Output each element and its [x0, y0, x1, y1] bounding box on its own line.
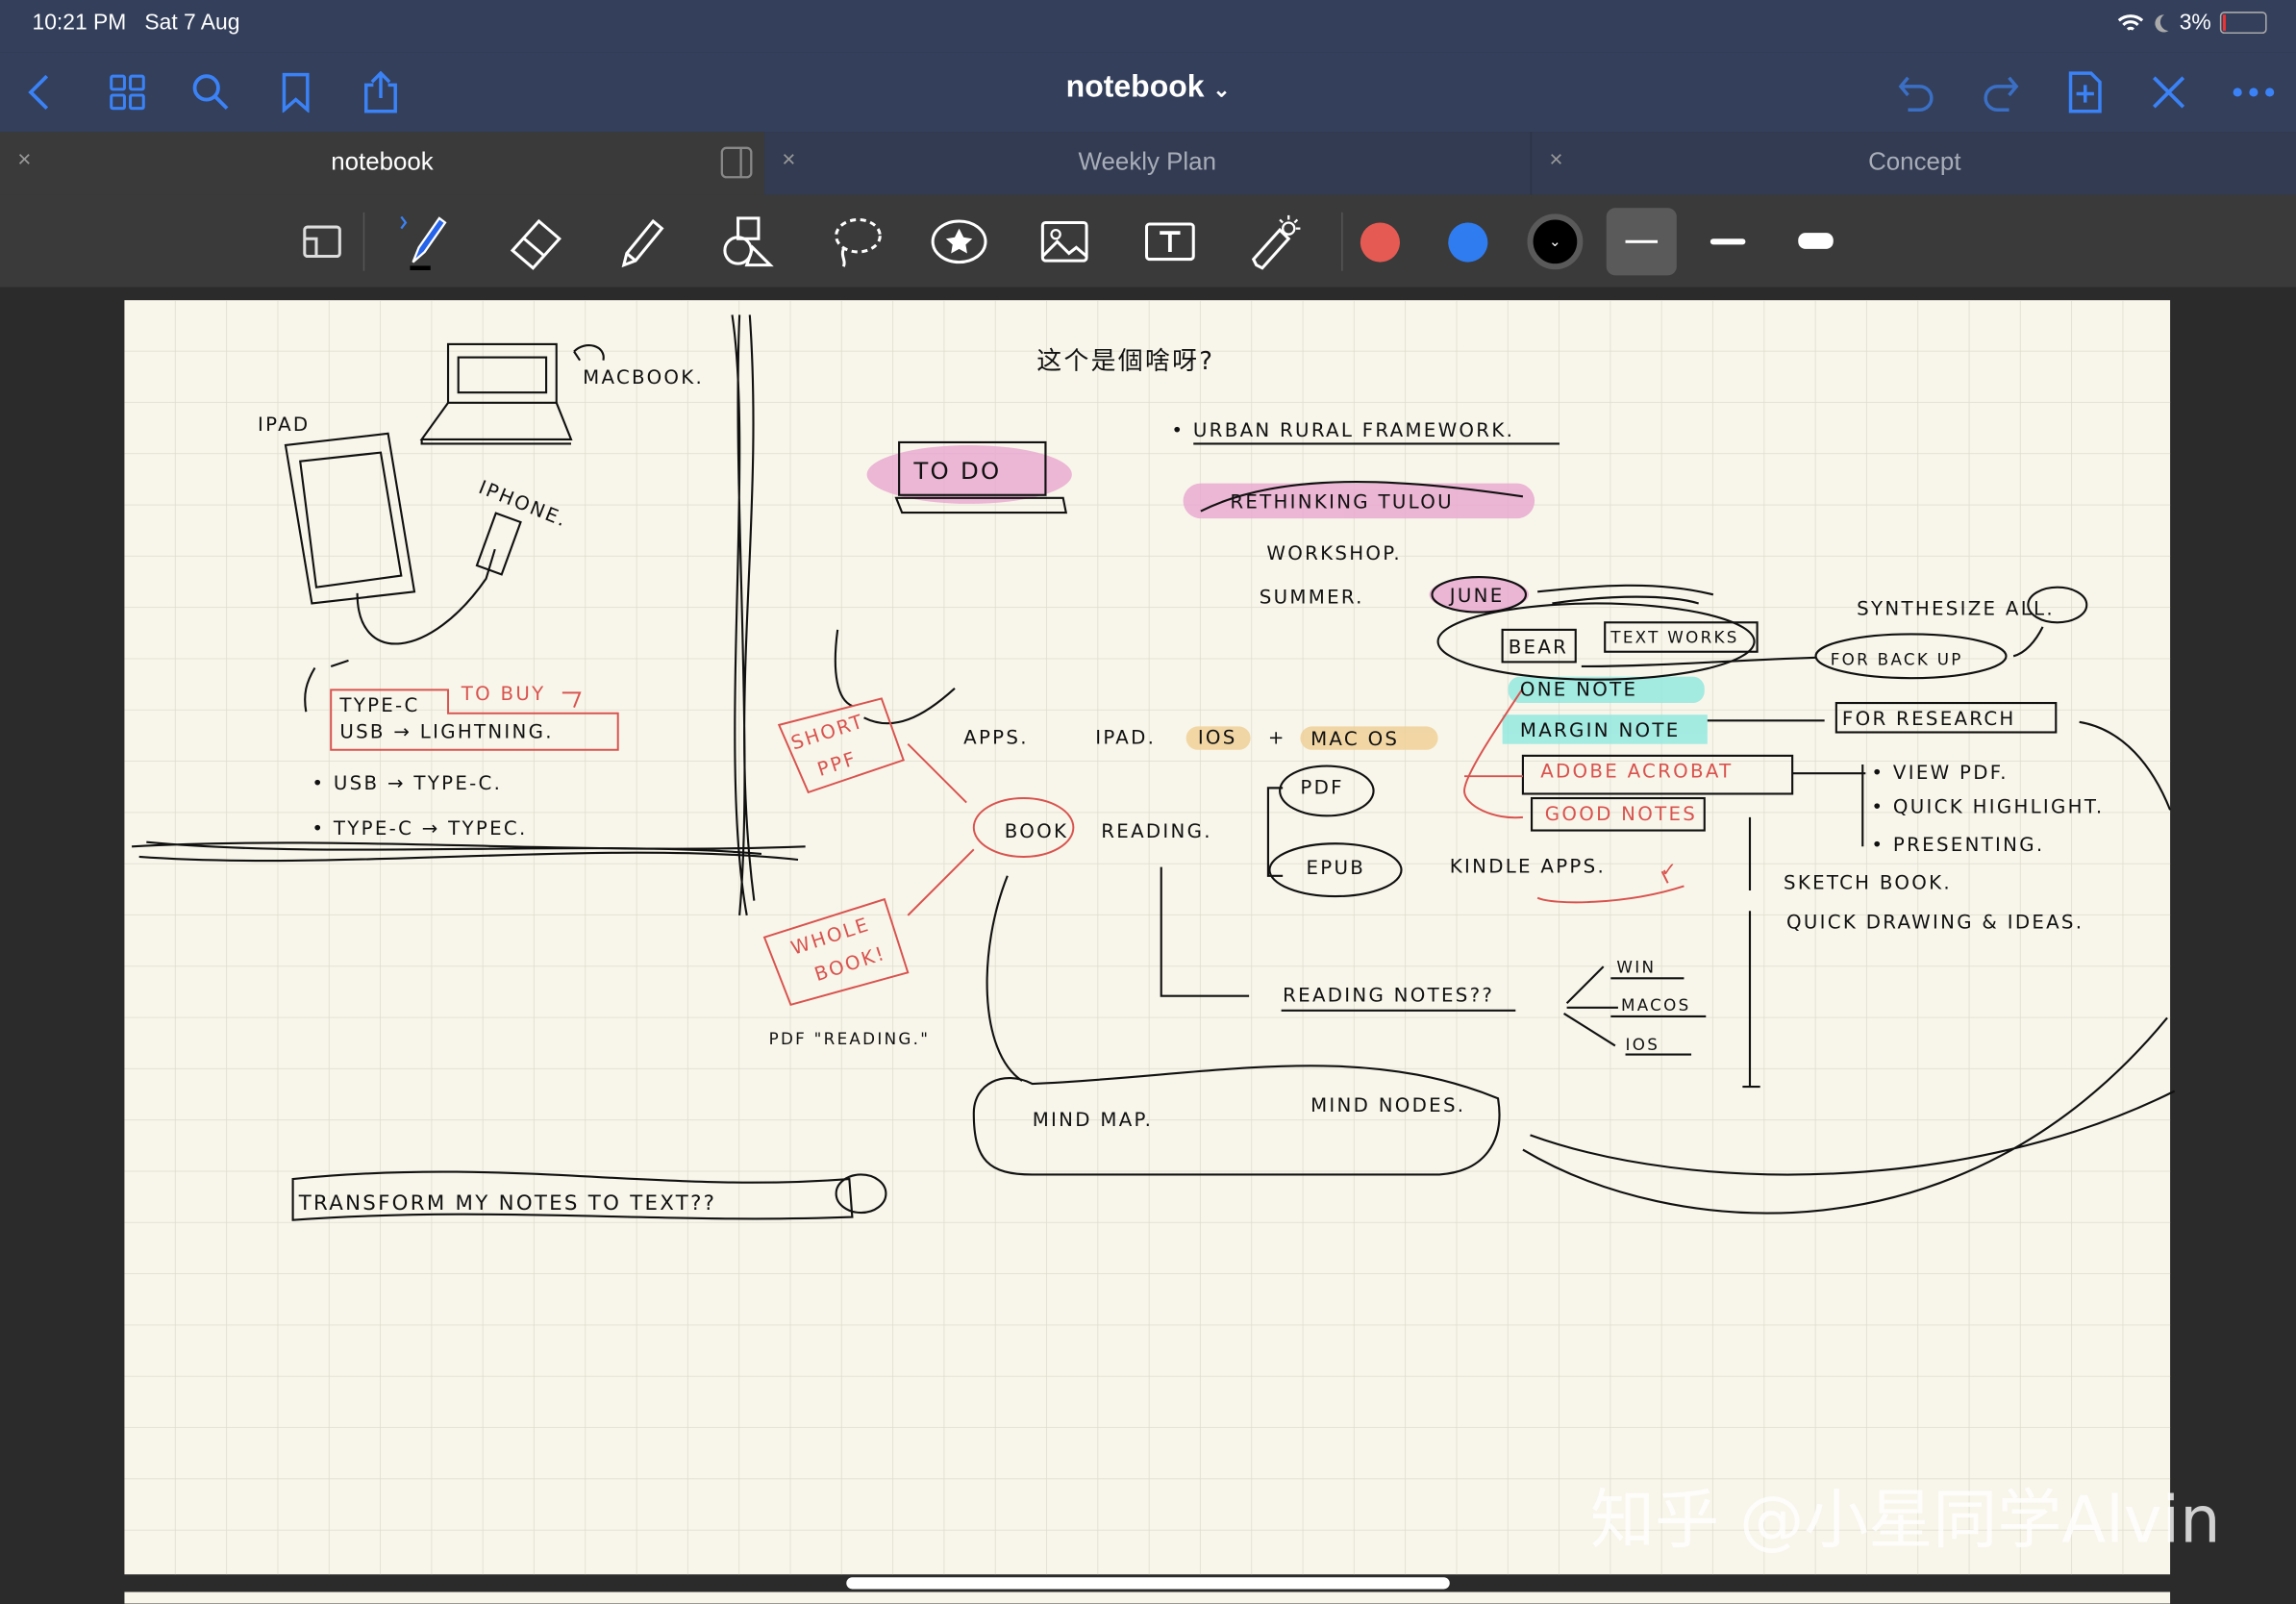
watermark: 知乎 @小星同学Alvin: [1589, 1483, 2221, 1559]
note-pdf: PDF: [1300, 776, 1343, 798]
note-question-cn: 这个是個啥呀?: [1036, 347, 1214, 376]
note-ios: IOS: [1198, 727, 1237, 749]
note-text-works: TEXT WORKS: [1610, 628, 1738, 647]
notebook-page[interactable]: MACBOOK. IPAD IPHONE. TYPE-C TO BUY USB …: [0, 0, 2296, 1604]
note-research: FOR RESEARCH: [1842, 708, 2016, 730]
note-quick-drawing: QUICK DRAWING & IDEAS.: [1786, 912, 2084, 934]
note-bear: BEAR: [1509, 636, 1568, 658]
next-page-edge: [124, 1591, 2171, 1604]
note-mind-map: MIND MAP.: [1033, 1109, 1154, 1131]
note-ipad: IPAD: [258, 414, 310, 436]
note-macos: MAC OS: [1310, 728, 1399, 750]
note-epub: EPUB: [1307, 857, 1366, 879]
note-backup: FOR BACK UP: [1831, 649, 1963, 668]
note-macos2: MACOS: [1621, 995, 1691, 1015]
note-type-c: TYPE-C: [338, 694, 419, 716]
note-reading: READING.: [1101, 820, 1212, 842]
note-goodnotes: GOOD NOTES: [1545, 803, 1697, 825]
note-synthesize: SYNTHESIZE ALL.: [1857, 598, 2055, 620]
note-usb-lightning: USB → LIGHTNING.: [339, 721, 554, 743]
note-urban: • URBAN RURAL FRAMEWORK.: [1171, 419, 1514, 441]
note-to-buy: TO BUY: [461, 683, 546, 705]
note-apps: APPS.: [963, 727, 1029, 749]
note-kindle: KINDLE APPS.: [1450, 856, 1606, 878]
note-quick-highlight: • QUICK HIGHLIGHT.: [1871, 795, 2104, 817]
note-win: WIN: [1616, 957, 1656, 976]
note-presenting: • PRESENTING.: [1871, 834, 2044, 856]
note-usb-typec: • USB → TYPE-C.: [312, 772, 502, 794]
note-view-pdf: • VIEW PDF.: [1871, 762, 2008, 784]
note-ios2: IOS: [1626, 1035, 1660, 1054]
note-acrobat: ADOBE ACROBAT: [1540, 761, 1733, 783]
note-plus: +: [1268, 727, 1286, 749]
home-indicator[interactable]: [846, 1577, 1450, 1590]
note-book: BOOK: [1005, 820, 1068, 842]
note-summer: SUMMER.: [1260, 586, 1364, 608]
note-mind-nodes: MIND NODES.: [1310, 1094, 1465, 1116]
note-transform: TRANSFORM MY NOTES TO TEXT??: [298, 1191, 717, 1216]
note-june: JUNE: [1448, 585, 1505, 607]
note-ipad2: IPAD.: [1095, 727, 1156, 749]
grid: [124, 300, 2171, 1575]
note-pdf-reading: PDF "READING.": [769, 1029, 931, 1048]
note-workshop: WORKSHOP.: [1266, 542, 1402, 564]
note-check: ✓: [1660, 859, 1679, 881]
note-reading-notes: READING NOTES??: [1283, 985, 1494, 1007]
note-onenote: ONE NOTE: [1520, 678, 1637, 700]
note-sketch-book: SKETCH BOOK.: [1784, 871, 1952, 893]
note-marginnote: MARGIN NOTE: [1520, 719, 1681, 741]
note-todo: TO DO: [912, 457, 1001, 485]
note-macbook: MACBOOK.: [583, 366, 704, 388]
note-typec-typec: • TYPE-C → TYPEC.: [312, 817, 527, 840]
note-rethinking: RETHINKING TULOU: [1230, 490, 1454, 513]
